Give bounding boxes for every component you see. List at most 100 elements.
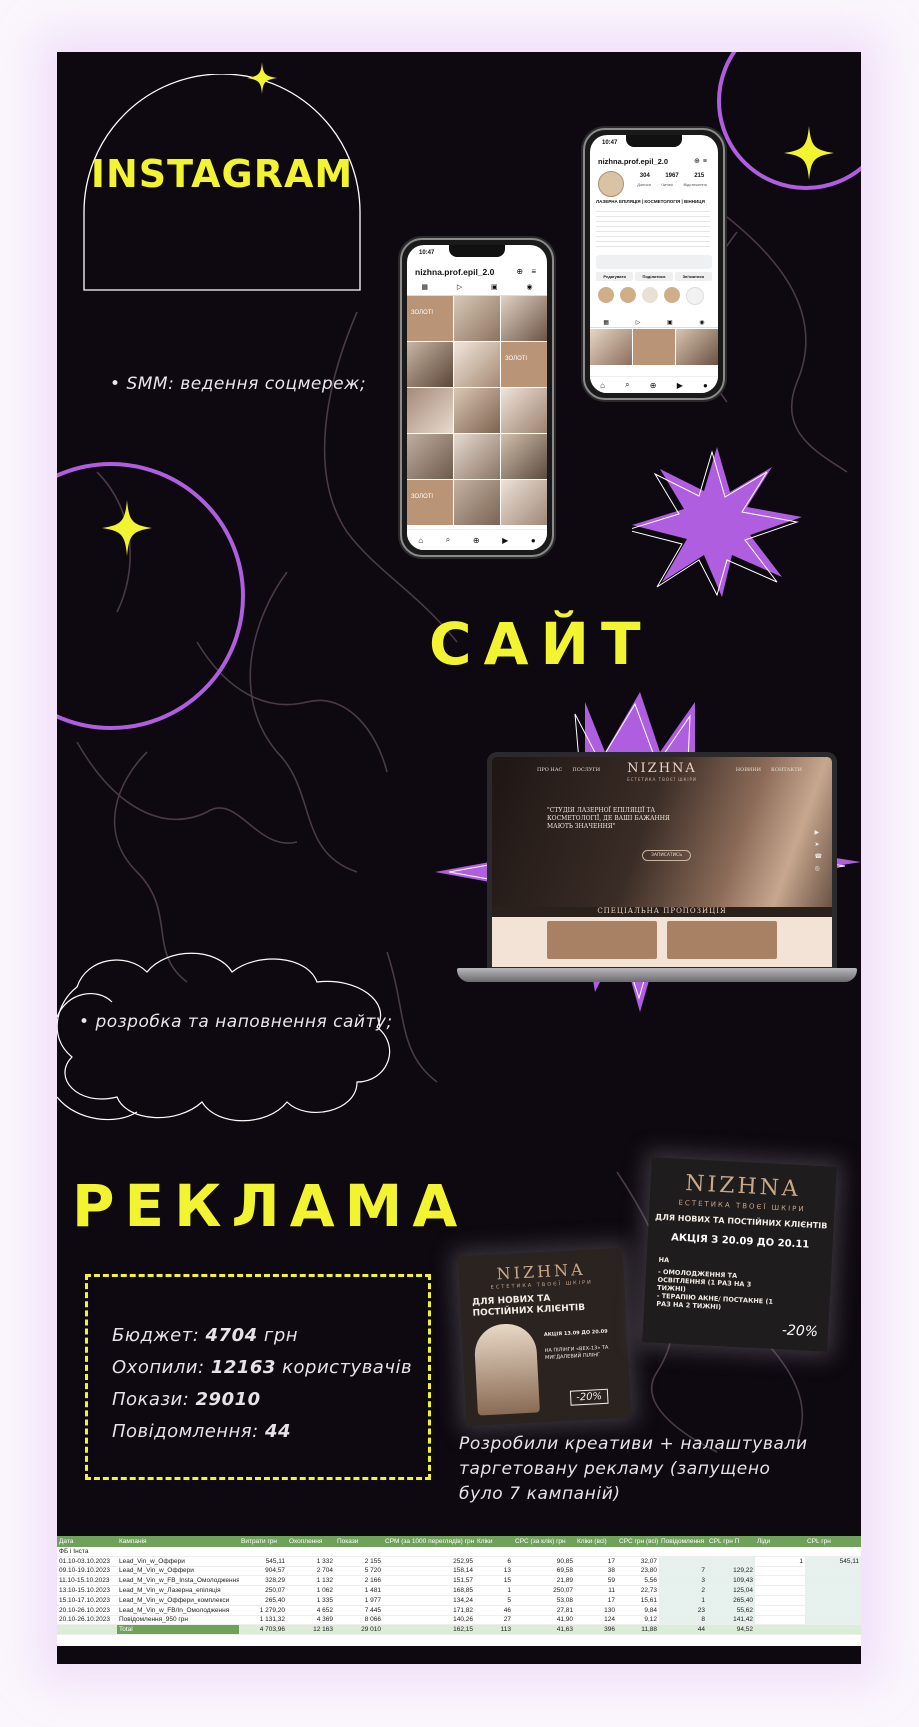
- table-row: 20.10-26.10.2023 Повідомлення_950 грн 1 13…: [57, 1615, 861, 1626]
- column-header: Охоплення: [287, 1536, 335, 1547]
- table-cell: 55,62: [707, 1605, 755, 1616]
- table-cell: Повідомлення_950 грн: [117, 1615, 239, 1626]
- smm-bullet-text: SMM: ведення соцмереж;: [126, 374, 367, 394]
- table-row: 09.10-19.10.2023 Lead_M_Vin_w_Оффери 904,5…: [57, 1566, 861, 1577]
- table-cell: 141,42: [707, 1615, 755, 1626]
- grid-tile: [407, 434, 453, 479]
- stat-reach: Охопили: 12163 користувачів: [112, 1357, 412, 1378]
- grid-tile: [407, 388, 453, 433]
- table-cell: [659, 1556, 707, 1567]
- table-cell: 41,63: [513, 1624, 575, 1636]
- reels-icon: ▶: [676, 380, 683, 390]
- grid-tile: [454, 388, 500, 433]
- nav-contacts[interactable]: КОНТАКТИ: [771, 767, 802, 773]
- instagram-icon[interactable]: ◎: [815, 863, 822, 875]
- table-cell: [805, 1595, 861, 1606]
- following-label: Відстеження: [683, 182, 707, 187]
- creative-photo: [473, 1322, 540, 1416]
- table-cell: 9,84: [617, 1605, 659, 1616]
- highlight-item[interactable]: [620, 287, 636, 303]
- table-cell: [805, 1566, 861, 1577]
- table-cell: 1: [659, 1595, 707, 1606]
- profile-stats: 304 1967 215: [632, 173, 712, 179]
- special-offer-title: СПЕЦІАЛЬНА ПРОПОЗИЦІЯ: [492, 907, 832, 917]
- table-cell: [805, 1575, 861, 1587]
- book-button[interactable]: ЗАПИСАТИСЬ: [642, 850, 692, 861]
- grid-tile: ЗОЛОТІ: [407, 480, 453, 525]
- table-cell: 1 062: [287, 1585, 335, 1596]
- profile-bio-title: ЛАЗЕРНА ЕПІЛЯЦІЯ | КОСМЕТОЛОГІЯ | ВІННИЦ…: [596, 199, 705, 204]
- column-header: Витрати грн: [239, 1536, 287, 1547]
- table-cell: [755, 1595, 805, 1606]
- table-cell: 11.10-15.10.2023: [57, 1575, 117, 1587]
- table-cell: 11,88: [617, 1624, 659, 1636]
- table-cell: 250,07: [239, 1585, 287, 1596]
- table-total-row: Total 4 703,96 12 163 29 010 162,15 113 41,63 3…: [57, 1624, 861, 1636]
- table-cell: [755, 1566, 805, 1577]
- table-cell: 46: [475, 1605, 513, 1616]
- edit-profile-button[interactable]: Редагувати: [596, 272, 634, 281]
- table-cell: 545,11: [239, 1556, 287, 1567]
- stat-unit: користувачів: [275, 1357, 413, 1378]
- stat-label: Повідомлення:: [112, 1421, 259, 1442]
- table-cell: 2 704: [287, 1566, 335, 1577]
- share-profile-button[interactable]: Поділитися: [635, 272, 673, 281]
- highlight-item[interactable]: [598, 287, 614, 303]
- table-cell: 5,56: [617, 1575, 659, 1587]
- highlight-item[interactable]: [642, 287, 658, 303]
- table-cell: 1 977: [335, 1595, 383, 1606]
- column-header: CPC грн (всі): [617, 1536, 659, 1547]
- table-cell: 904,57: [239, 1566, 287, 1577]
- group-label: ФБ і Інста: [57, 1547, 861, 1557]
- table-cell: 113: [475, 1624, 513, 1636]
- profile-handle: nizhna.prof.epil_2.0: [415, 267, 495, 277]
- telegram-icon[interactable]: ➤: [815, 839, 822, 851]
- site-nav-right: НОВИНИ КОНТАКТИ: [736, 767, 802, 773]
- nav-news[interactable]: НОВИНИ: [736, 767, 761, 773]
- table-cell: 69,58: [513, 1566, 575, 1577]
- professional-panel: [596, 255, 712, 269]
- table-cell: 29 010: [335, 1624, 383, 1636]
- highlight-item[interactable]: [664, 287, 680, 303]
- home-icon: ⌂: [418, 535, 424, 545]
- followers-label: Читачі: [661, 182, 674, 187]
- table-cell: [755, 1585, 805, 1596]
- offer-card[interactable]: [547, 921, 657, 959]
- phone-time: 10:47: [419, 250, 435, 256]
- stat-unit: грн: [257, 1325, 299, 1346]
- profile-tabs: ▦ ▷ ▣ ◉: [407, 283, 547, 296]
- table-cell: 396: [575, 1624, 617, 1636]
- stat-budget: Бюджет: 4704 грн: [112, 1325, 298, 1346]
- sparkle-star-icon: [784, 126, 834, 180]
- creative-discount: -20%: [781, 1322, 819, 1341]
- creative-on: НА: [658, 1255, 670, 1265]
- table-cell: 171,82: [383, 1605, 475, 1616]
- offer-card[interactable]: [667, 921, 777, 959]
- profile-handle: nizhna.prof.epil_2.0: [598, 157, 669, 166]
- phone-bottom-nav: ⌂ ⌕ ⊕ ▶ ●: [590, 376, 718, 393]
- stat-value: 29010: [195, 1389, 261, 1410]
- table-cell: 44: [659, 1624, 707, 1636]
- column-header: CPL грн: [805, 1536, 861, 1547]
- site-bullet: • розробка та наповнення сайту;: [79, 1012, 393, 1032]
- table-cell: Lead_M_Vin_w_Лазерна_епіляція: [117, 1585, 239, 1596]
- contact-button[interactable]: Зв'язатися: [674, 272, 712, 281]
- column-header: Ліди: [755, 1536, 805, 1547]
- table-header-row: Дата Кампанія Витрати грн Охоплення Покази CP…: [57, 1536, 861, 1547]
- table-cell: 59: [575, 1575, 617, 1587]
- website-screenshot: ПРО НАС ПОСЛУГИ NIZHNA ЕСТЕТИКА ТВОЄЇ ШК…: [487, 752, 837, 972]
- table-cell: 252,95: [383, 1556, 475, 1567]
- table-cell: 4 703,96: [239, 1624, 287, 1636]
- column-header: CPC (за клік) грн: [513, 1536, 575, 1547]
- phone-icon[interactable]: ☎: [815, 851, 822, 863]
- portfolio-board: INSTAGRAM • SMM: ведення соцмереж; 10:47…: [57, 52, 861, 1664]
- table-cell: 151,57: [383, 1575, 475, 1587]
- grid-tile: [676, 329, 718, 365]
- avatar: ●: [530, 535, 536, 545]
- highlight-item[interactable]: [686, 287, 704, 305]
- avatar: [598, 171, 624, 197]
- creative-discount: -20%: [569, 1388, 609, 1406]
- column-header: Кліки (всі): [575, 1536, 617, 1547]
- table-cell: [805, 1605, 861, 1616]
- youtube-icon[interactable]: ▶: [815, 827, 822, 839]
